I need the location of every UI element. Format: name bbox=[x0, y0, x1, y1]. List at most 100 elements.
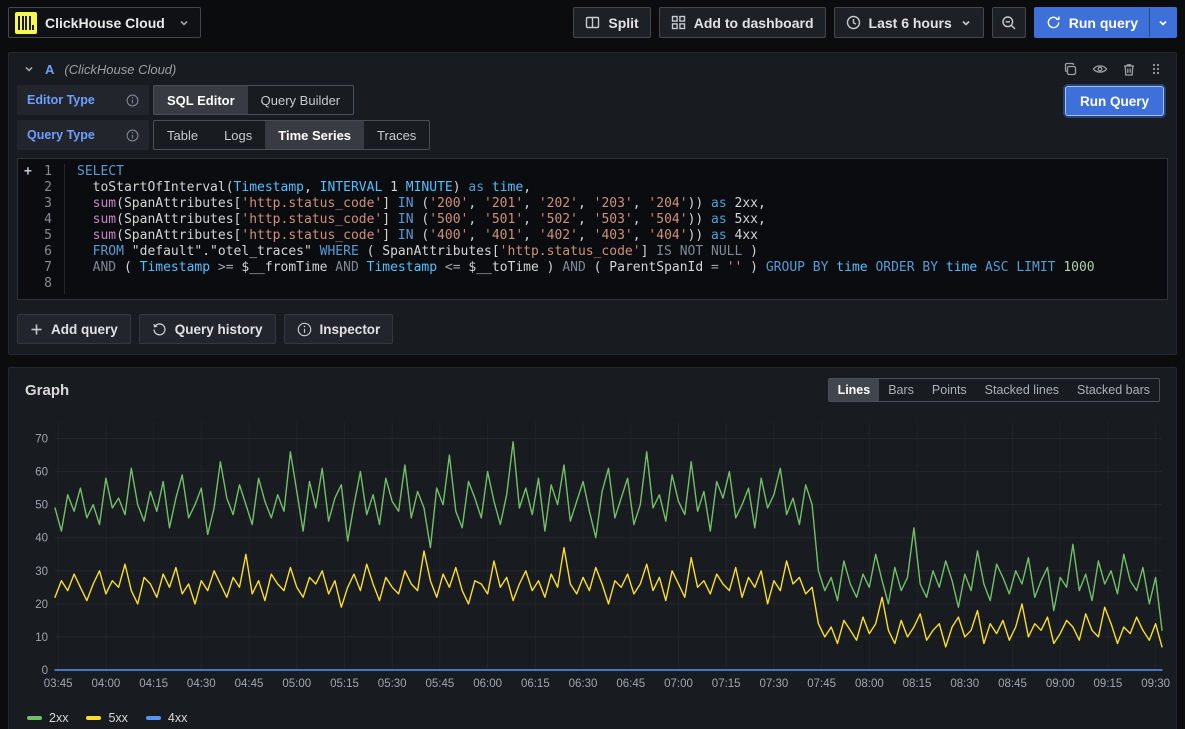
graph-style-option-bars[interactable]: Bars bbox=[879, 379, 923, 401]
zoom-out-button[interactable] bbox=[992, 7, 1026, 38]
inspector-label: Inspector bbox=[320, 322, 381, 337]
line-number: 6 bbox=[18, 244, 64, 260]
sql-line[interactable]: sum(SpanAttributes['http.status_code'] I… bbox=[77, 196, 1167, 212]
svg-text:04:45: 04:45 bbox=[235, 678, 264, 690]
sql-code-editor[interactable]: +12345678 SELECT toStartOfInterval(Times… bbox=[17, 158, 1168, 300]
legend-swatch-icon bbox=[27, 716, 42, 720]
clickhouse-logo-icon bbox=[15, 12, 37, 34]
split-icon bbox=[585, 15, 600, 30]
query-type-option-time-series[interactable]: Time Series bbox=[265, 121, 364, 149]
sql-line[interactable]: FROM "default"."otel_traces" WHERE ( Spa… bbox=[77, 244, 1167, 260]
query-history-label: Query history bbox=[175, 322, 263, 337]
run-query-button[interactable]: Run Query bbox=[1065, 86, 1164, 116]
svg-text:08:30: 08:30 bbox=[950, 678, 979, 690]
query-type-option-table[interactable]: Table bbox=[154, 121, 211, 149]
legend-label: 5xx bbox=[108, 711, 127, 725]
query-editor-panel: A (ClickHouse Cloud) Editor Typ bbox=[8, 52, 1177, 355]
svg-text:05:30: 05:30 bbox=[378, 678, 407, 690]
sql-line[interactable] bbox=[77, 276, 1167, 292]
explore-content: A (ClickHouse Cloud) Editor Typ bbox=[0, 45, 1185, 729]
sql-line[interactable]: AND ( Timestamp >= $__fromTime AND Times… bbox=[77, 260, 1167, 276]
svg-text:70: 70 bbox=[35, 434, 48, 446]
legend-item-4xx[interactable]: 4xx bbox=[146, 711, 187, 725]
time-range-picker[interactable]: Last 6 hours bbox=[834, 7, 984, 38]
editor-type-option-sql-editor[interactable]: SQL Editor bbox=[154, 86, 248, 114]
timeseries-chart[interactable]: 01020304050607003:4504:0004:1504:3004:45… bbox=[17, 406, 1168, 707]
legend-label: 2xx bbox=[49, 711, 68, 725]
info-icon[interactable] bbox=[126, 129, 139, 142]
sync-icon bbox=[1046, 15, 1061, 30]
add-query-button[interactable]: Add query bbox=[17, 314, 131, 344]
svg-text:03:45: 03:45 bbox=[44, 678, 73, 690]
legend-item-2xx[interactable]: 2xx bbox=[27, 711, 68, 725]
svg-text:09:30: 09:30 bbox=[1141, 678, 1170, 690]
graph-panel-title: Graph bbox=[25, 382, 69, 399]
svg-text:07:30: 07:30 bbox=[760, 678, 789, 690]
svg-text:05:15: 05:15 bbox=[330, 678, 359, 690]
line-number: 4 bbox=[18, 212, 64, 228]
svg-text:05:00: 05:00 bbox=[282, 678, 311, 690]
sql-line[interactable]: sum(SpanAttributes['http.status_code'] I… bbox=[77, 228, 1167, 244]
datasource-picker[interactable]: ClickHouse Cloud bbox=[8, 7, 201, 38]
expand-plus-icon[interactable]: + bbox=[24, 164, 32, 180]
editor-type-label: Editor Type bbox=[17, 85, 149, 115]
svg-text:08:45: 08:45 bbox=[998, 678, 1027, 690]
graph-canvas[interactable]: 01020304050607003:4504:0004:1504:3004:45… bbox=[25, 408, 1170, 704]
query-type-label: Query Type bbox=[17, 120, 149, 150]
collapse-query-icon[interactable] bbox=[23, 63, 35, 75]
sql-line[interactable]: toStartOfInterval(Timestamp, INTERVAL 1 … bbox=[77, 180, 1167, 196]
run-query-label: Run query bbox=[1069, 15, 1138, 31]
svg-text:07:15: 07:15 bbox=[712, 678, 741, 690]
legend-item-5xx[interactable]: 5xx bbox=[86, 711, 127, 725]
hide-response-eye-icon[interactable] bbox=[1092, 61, 1108, 77]
legend-swatch-icon bbox=[86, 716, 101, 720]
svg-text:06:00: 06:00 bbox=[473, 678, 502, 690]
info-circle-icon bbox=[297, 322, 312, 337]
graph-style-option-points[interactable]: Points bbox=[923, 379, 976, 401]
svg-text:06:30: 06:30 bbox=[569, 678, 598, 690]
clock-icon bbox=[846, 15, 861, 30]
svg-text:50: 50 bbox=[35, 500, 48, 512]
split-button[interactable]: Split bbox=[573, 7, 650, 38]
graph-style-option-stacked-bars[interactable]: Stacked bars bbox=[1068, 379, 1159, 401]
history-icon bbox=[152, 322, 167, 337]
run-query-caret[interactable] bbox=[1149, 8, 1176, 37]
line-number: 2 bbox=[18, 180, 64, 196]
svg-text:08:00: 08:00 bbox=[855, 678, 884, 690]
svg-text:09:15: 09:15 bbox=[1094, 678, 1123, 690]
query-type-option-traces[interactable]: Traces bbox=[364, 121, 429, 149]
editor-type-option-query-builder[interactable]: Query Builder bbox=[248, 86, 353, 114]
time-range-label: Last 6 hours bbox=[869, 15, 952, 31]
dashboard-grid-icon bbox=[671, 15, 686, 30]
graph-legend: 2xx 5xx 4xx bbox=[17, 707, 1168, 729]
query-type-option-logs[interactable]: Logs bbox=[211, 121, 265, 149]
drag-handle-icon[interactable] bbox=[1150, 62, 1162, 76]
line-number: 8 bbox=[18, 276, 64, 292]
sql-code[interactable]: SELECT toStartOfInterval(Timestamp, INTE… bbox=[64, 164, 1167, 294]
chevron-down-icon bbox=[178, 17, 190, 29]
delete-query-trash-icon[interactable] bbox=[1122, 62, 1136, 77]
duplicate-query-icon[interactable] bbox=[1063, 62, 1078, 77]
query-datasource-hint: (ClickHouse Cloud) bbox=[64, 62, 176, 77]
topbar: ClickHouse Cloud Split Add to dashboard … bbox=[0, 0, 1185, 45]
graph-panel: Graph LinesBarsPointsStacked linesStacke… bbox=[8, 367, 1177, 729]
add-query-label: Add query bbox=[51, 322, 118, 337]
sql-line[interactable]: SELECT bbox=[77, 164, 1167, 180]
add-to-dashboard-button[interactable]: Add to dashboard bbox=[659, 7, 826, 38]
inspector-button[interactable]: Inspector bbox=[284, 314, 394, 344]
run-query-split-button[interactable]: Run query bbox=[1034, 7, 1177, 38]
graph-style-option-lines[interactable]: Lines bbox=[829, 379, 880, 401]
graph-style-option-stacked-lines[interactable]: Stacked lines bbox=[976, 379, 1068, 401]
info-icon[interactable] bbox=[126, 94, 139, 107]
sql-line[interactable]: sum(SpanAttributes['http.status_code'] I… bbox=[77, 212, 1167, 228]
line-number: +1 bbox=[18, 164, 64, 180]
query-history-button[interactable]: Query history bbox=[139, 314, 276, 344]
svg-text:06:15: 06:15 bbox=[521, 678, 550, 690]
split-label: Split bbox=[608, 15, 638, 31]
datasource-name: ClickHouse Cloud bbox=[45, 15, 170, 31]
svg-text:06:45: 06:45 bbox=[616, 678, 645, 690]
svg-text:40: 40 bbox=[35, 533, 48, 545]
graph-style-toggle: LinesBarsPointsStacked linesStacked bars bbox=[828, 378, 1160, 402]
svg-text:10: 10 bbox=[35, 632, 48, 644]
svg-text:07:45: 07:45 bbox=[807, 678, 836, 690]
